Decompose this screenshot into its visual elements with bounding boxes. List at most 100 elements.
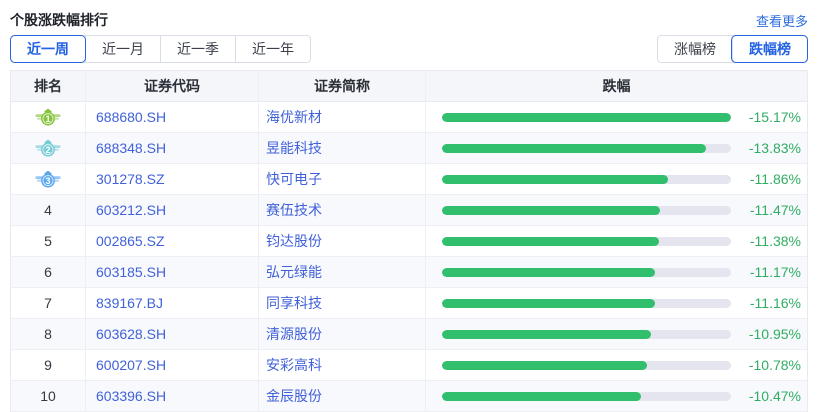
drop-bar-track: [442, 113, 731, 122]
drop-percentage: -11.17%: [741, 264, 801, 280]
drop-cell: -11.47%: [426, 195, 807, 225]
drop-bar-track: [442, 330, 731, 339]
table-row: 4 603212.SH 赛伍技术 -11.47%: [11, 195, 807, 226]
table-row: 1 688680.SH 海优新材 -15.17%: [11, 102, 807, 133]
table-row: 7 839167.BJ 同享科技 -11.16%: [11, 288, 807, 319]
drop-bar-fill: [442, 175, 668, 184]
tab-近一周[interactable]: 近一周: [11, 36, 85, 62]
rank-cell: 8: [11, 319, 86, 349]
rank-number: 6: [44, 264, 52, 280]
table-row: 2 688348.SH 昱能科技 -13.83%: [11, 133, 807, 164]
stock-name-link[interactable]: 昱能科技: [266, 138, 322, 158]
table-row: 5 002865.SZ 钧达股份 -11.38%: [11, 226, 807, 257]
stock-code-link[interactable]: 688680.SH: [96, 109, 166, 125]
rank-number: 8: [44, 326, 52, 342]
stock-code-link[interactable]: 603212.SH: [96, 202, 166, 218]
view-more-link[interactable]: 查看更多: [756, 11, 808, 30]
tab-跌幅榜[interactable]: 跌幅榜: [732, 36, 807, 62]
rank-cell: 5: [11, 226, 86, 256]
code-cell: 301278.SZ: [86, 164, 259, 194]
name-cell: 清源股份: [259, 319, 426, 349]
drop-bar-track: [442, 237, 731, 246]
panel-header: 个股涨跌幅排行 查看更多: [10, 0, 808, 31]
rank-cell: 9: [11, 350, 86, 380]
rank-number: 7: [44, 295, 52, 311]
drop-bar-track: [442, 299, 731, 308]
code-cell: 600207.SH: [86, 350, 259, 380]
stock-name-link[interactable]: 海优新材: [266, 107, 322, 127]
stock-code-link[interactable]: 603628.SH: [96, 326, 166, 342]
drop-bar-track: [442, 206, 731, 215]
stock-name-link[interactable]: 同享科技: [266, 293, 322, 313]
drop-cell: -13.83%: [426, 133, 807, 163]
drop-percentage: -15.17%: [741, 109, 801, 125]
column-header-rank: 排名: [11, 71, 86, 101]
tab-涨幅榜[interactable]: 涨幅榜: [658, 36, 732, 62]
code-cell: 603212.SH: [86, 195, 259, 225]
tab-近一季[interactable]: 近一季: [160, 36, 235, 62]
rank-table: 排名 证券代码 证券简称 跌幅 1688680.SH海优新材-15.17%268…: [10, 70, 808, 412]
table-row: 9 600207.SH 安彩高科 -10.78%: [11, 350, 807, 381]
drop-percentage: -10.47%: [741, 388, 801, 404]
table-row: 6 603185.SH 弘元绿能 -11.17%: [11, 257, 807, 288]
drop-percentage: -11.86%: [741, 171, 801, 187]
table-body: 1 688680.SH 海优新材 -15.17% 2 688348.SH 昱能科技 -13.8…: [11, 102, 807, 412]
drop-percentage: -11.38%: [741, 233, 801, 249]
tab-近一月[interactable]: 近一月: [85, 36, 160, 62]
name-cell: 昱能科技: [259, 133, 426, 163]
rank-cell: 3: [11, 164, 86, 194]
drop-percentage: -11.16%: [741, 295, 801, 311]
drop-cell: -11.86%: [426, 164, 807, 194]
rank-number: 5: [44, 233, 52, 249]
code-cell: 603628.SH: [86, 319, 259, 349]
stock-name-link[interactable]: 弘元绿能: [266, 262, 322, 282]
stock-code-link[interactable]: 600207.SH: [96, 357, 166, 373]
svg-text:1: 1: [45, 114, 50, 124]
page-title: 个股涨跌幅排行: [10, 10, 108, 30]
drop-percentage: -11.47%: [741, 202, 801, 218]
stock-name-link[interactable]: 清源股份: [266, 324, 322, 344]
stock-code-link[interactable]: 603185.SH: [96, 264, 166, 280]
code-cell: 688680.SH: [86, 102, 259, 132]
drop-bar-fill: [442, 144, 706, 153]
code-cell: 839167.BJ: [86, 288, 259, 318]
stock-code-link[interactable]: 301278.SZ: [96, 171, 165, 187]
drop-cell: -15.17%: [426, 102, 807, 132]
stock-name-link[interactable]: 赛伍技术: [266, 200, 322, 220]
stock-name-link[interactable]: 安彩高科: [266, 355, 322, 375]
stock-name-link[interactable]: 金辰股份: [266, 386, 322, 406]
table-row: 8603628.SH清源股份-10.95%: [11, 319, 807, 350]
rank-cell: 1: [11, 102, 86, 132]
rank-cell: 6: [11, 257, 86, 287]
stock-name-link[interactable]: 钧达股份: [266, 231, 322, 251]
drop-bar-track: [442, 392, 731, 401]
tab-近一年[interactable]: 近一年: [235, 36, 310, 62]
name-cell: 海优新材: [259, 102, 426, 132]
rank-cell: 7: [11, 288, 86, 318]
stock-name-link[interactable]: 快可电子: [266, 169, 322, 189]
drop-cell: -11.16%: [426, 288, 807, 318]
toolbar: 近一周近一月近一季近一年 涨幅榜跌幅榜: [10, 35, 808, 63]
drop-bar-fill: [442, 361, 647, 370]
period-tab-group: 近一周近一月近一季近一年: [10, 35, 311, 63]
rank-3-medal-icon: 3: [35, 170, 61, 188]
table-row: 10603396.SH金辰股份-10.47%: [11, 381, 807, 412]
rank-cell: 2: [11, 133, 86, 163]
stock-code-link[interactable]: 002865.SZ: [96, 233, 165, 249]
drop-cell: -10.78%: [426, 350, 807, 380]
rank-number: 9: [44, 357, 52, 373]
rank-number: 4: [44, 202, 52, 218]
stock-code-link[interactable]: 603396.SH: [96, 388, 166, 404]
stock-code-link[interactable]: 688348.SH: [96, 140, 166, 156]
column-header-name: 证券简称: [259, 71, 426, 101]
drop-bar-fill: [442, 206, 660, 215]
name-cell: 快可电子: [259, 164, 426, 194]
stock-code-link[interactable]: 839167.BJ: [96, 295, 163, 311]
drop-bar-track: [442, 144, 731, 153]
column-header-code: 证券代码: [86, 71, 259, 101]
drop-bar-fill: [442, 113, 731, 122]
table-row: 3 301278.SZ 快可电子 -11.86%: [11, 164, 807, 195]
code-cell: 603185.SH: [86, 257, 259, 287]
name-cell: 赛伍技术: [259, 195, 426, 225]
svg-text:3: 3: [45, 176, 50, 186]
